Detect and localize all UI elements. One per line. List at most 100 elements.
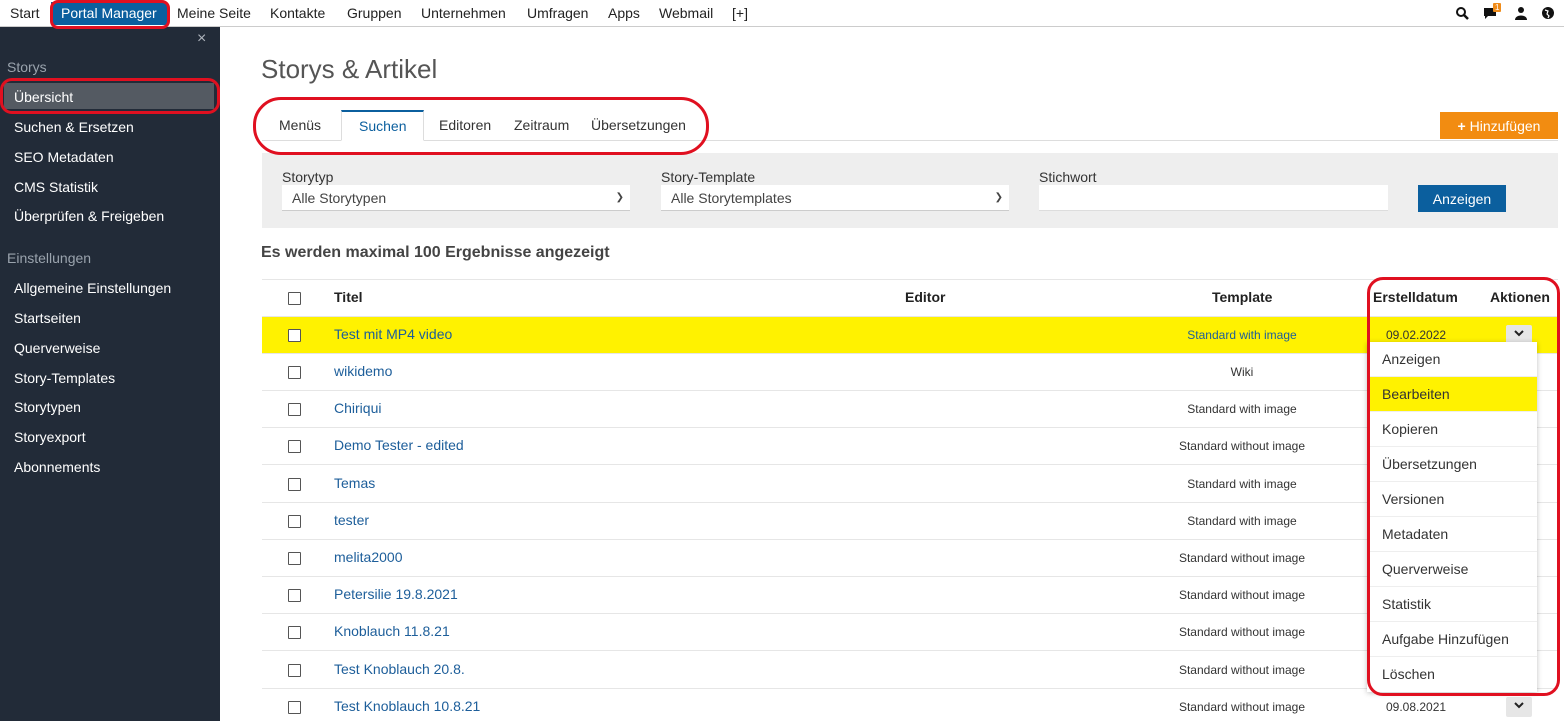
keyword-input[interactable] — [1039, 185, 1388, 211]
sidebar-item-storytypen[interactable]: Storytypen — [14, 399, 81, 415]
tab-divider — [262, 140, 1558, 141]
row-date: 09.08.2021 — [1386, 700, 1447, 714]
sidebar-item-startseiten[interactable]: Startseiten — [14, 310, 81, 326]
nav-start[interactable]: Start — [10, 0, 40, 27]
storytyp-select[interactable]: Alle Storytypen ❯ — [282, 185, 630, 211]
row-date: 09.02.2022 — [1386, 328, 1447, 342]
tab-suchen[interactable]: Suchen — [341, 110, 425, 141]
column-erstelldatum[interactable]: Erstelldatum — [1373, 289, 1458, 305]
keyword-label: Stichwort — [1039, 169, 1097, 185]
row-checkbox[interactable] — [288, 329, 301, 342]
template-select[interactable]: Alle Storytemplates ❯ — [661, 185, 1009, 211]
row-title-link[interactable]: Knoblauch 11.8.21 — [334, 623, 450, 639]
table-row: Knoblauch 11.8.21 Standard without image — [262, 614, 1558, 651]
search-icon[interactable] — [1455, 6, 1469, 20]
nav-apps[interactable]: Apps — [608, 0, 640, 27]
row-template: Standard without image — [1178, 700, 1306, 714]
sidebar-item-cms-statistik[interactable]: CMS Statistik — [14, 179, 98, 195]
row-title-link[interactable]: Petersilie 19.8.2021 — [334, 586, 458, 602]
sidebar-item-suchen-ersetzen[interactable]: Suchen & Ersetzen — [14, 119, 134, 135]
table-row: tester Standard with image — [262, 503, 1558, 540]
menu-item-aufgabe-hinzufuegen[interactable]: Aufgabe Hinzufügen — [1367, 622, 1537, 657]
tab-zeitraum[interactable]: Zeitraum — [497, 110, 586, 140]
row-checkbox[interactable] — [288, 664, 301, 677]
row-checkbox[interactable] — [288, 626, 301, 639]
row-title-link[interactable]: Demo Tester - edited — [334, 437, 464, 453]
user-icon[interactable] — [1514, 6, 1528, 20]
row-checkbox[interactable] — [288, 701, 301, 714]
globe-icon[interactable] — [1541, 6, 1555, 20]
row-checkbox[interactable] — [288, 552, 301, 565]
row-checkbox[interactable] — [288, 478, 301, 491]
nav-kontakte[interactable]: Kontakte — [270, 0, 325, 27]
menu-item-statistik[interactable]: Statistik — [1367, 587, 1537, 622]
row-checkbox[interactable] — [288, 440, 301, 453]
row-checkbox[interactable] — [288, 515, 301, 528]
menu-item-kopieren[interactable]: Kopieren — [1367, 412, 1537, 447]
column-aktionen: Aktionen — [1490, 289, 1550, 305]
sidebar-item-storyexport[interactable]: Storyexport — [14, 429, 86, 445]
menu-item-loeschen[interactable]: Löschen — [1367, 657, 1537, 692]
row-template: Standard without image — [1178, 663, 1306, 677]
add-button-label: Hinzufügen — [1469, 117, 1541, 134]
show-button[interactable]: Anzeigen — [1418, 185, 1506, 212]
sidebar-item-allgemeine-einstellungen[interactable]: Allgemeine Einstellungen — [14, 280, 171, 296]
row-template: Wiki — [1230, 365, 1254, 379]
sidebar-item-story-templates[interactable]: Story-Templates — [14, 370, 115, 386]
sidebar: × Storys Übersicht Suchen & Ersetzen SEO… — [0, 27, 220, 721]
menu-item-bearbeiten[interactable]: Bearbeiten — [1367, 377, 1537, 412]
sidebar-item-querverweise[interactable]: Querverweise — [14, 340, 100, 356]
sidebar-item-seo-metadaten[interactable]: SEO Metadaten — [14, 149, 114, 165]
nav-gruppen[interactable]: Gruppen — [347, 0, 401, 27]
table-row: Demo Tester - edited Standard without im… — [262, 428, 1558, 465]
page-title: Storys & Artikel — [261, 54, 438, 84]
sidebar-item-uebersicht[interactable]: Übersicht — [14, 89, 73, 105]
table-row: melita2000 Standard without image — [262, 540, 1558, 577]
row-template: Standard with image — [1187, 328, 1297, 342]
tab-uebersetzungen[interactable]: Übersetzungen — [574, 110, 703, 140]
row-template: Standard with image — [1187, 514, 1297, 528]
row-template: Standard with image — [1187, 477, 1297, 491]
menu-item-uebersetzungen[interactable]: Übersetzungen — [1367, 447, 1537, 482]
row-title-link[interactable]: Test Knoblauch 10.8.21 — [334, 698, 480, 714]
menu-item-metadaten[interactable]: Metadaten — [1367, 517, 1537, 552]
close-icon[interactable]: × — [197, 30, 206, 48]
row-checkbox[interactable] — [288, 589, 301, 602]
row-title-link[interactable]: Temas — [334, 475, 375, 491]
nav-webmail[interactable]: Webmail — [659, 0, 713, 27]
row-checkbox[interactable] — [288, 366, 301, 379]
sidebar-item-pruefen-freigeben[interactable]: Überprüfen & Freigeben — [14, 208, 164, 224]
table-row: wikidemo Wiki — [262, 354, 1558, 391]
column-template[interactable]: Template — [1212, 289, 1272, 305]
menu-item-querverweise[interactable]: Querverweise — [1367, 552, 1537, 587]
row-actions-menu: Anzeigen Bearbeiten Kopieren Übersetzung… — [1367, 342, 1537, 692]
tab-menues[interactable]: Menüs — [262, 110, 338, 140]
row-title-link[interactable]: Test Knoblauch 20.8. — [334, 661, 465, 677]
nav-unternehmen[interactable]: Unternehmen — [421, 0, 506, 27]
column-title[interactable]: Titel — [334, 289, 363, 305]
tab-editoren[interactable]: Editoren — [422, 110, 508, 140]
nav-portal-manager[interactable]: Portal Manager — [51, 2, 167, 25]
row-template: Standard with image — [1187, 402, 1297, 416]
nav-add-more[interactable]: [+] — [732, 0, 748, 27]
row-title-link[interactable]: wikidemo — [334, 363, 392, 379]
menu-item-versionen[interactable]: Versionen — [1367, 482, 1537, 517]
notification-badge: 1 — [1493, 3, 1502, 12]
filter-panel: Storytyp Alle Storytypen ❯ Story-Templat… — [262, 153, 1558, 228]
row-title-link[interactable]: Chiriqui — [334, 400, 381, 416]
sidebar-item-abonnements[interactable]: Abonnements — [14, 459, 100, 475]
row-actions-toggle[interactable] — [1506, 697, 1532, 717]
storytyp-label: Storytyp — [282, 169, 334, 185]
row-title-link[interactable]: tester — [334, 512, 369, 528]
nav-meine-seite[interactable]: Meine Seite — [177, 0, 251, 27]
row-checkbox[interactable] — [288, 403, 301, 416]
nav-umfragen[interactable]: Umfragen — [527, 0, 588, 27]
table-row: Temas Standard with image — [262, 466, 1558, 503]
select-all-checkbox[interactable] — [288, 292, 301, 305]
column-editor[interactable]: Editor — [905, 289, 945, 305]
menu-item-anzeigen[interactable]: Anzeigen — [1367, 342, 1537, 377]
row-title-link[interactable]: Test mit MP4 video — [334, 326, 452, 342]
table-row: Petersilie 19.8.2021 Standard without im… — [262, 577, 1558, 614]
add-button[interactable]: + Hinzufügen — [1440, 112, 1558, 139]
row-title-link[interactable]: melita2000 — [334, 549, 403, 565]
